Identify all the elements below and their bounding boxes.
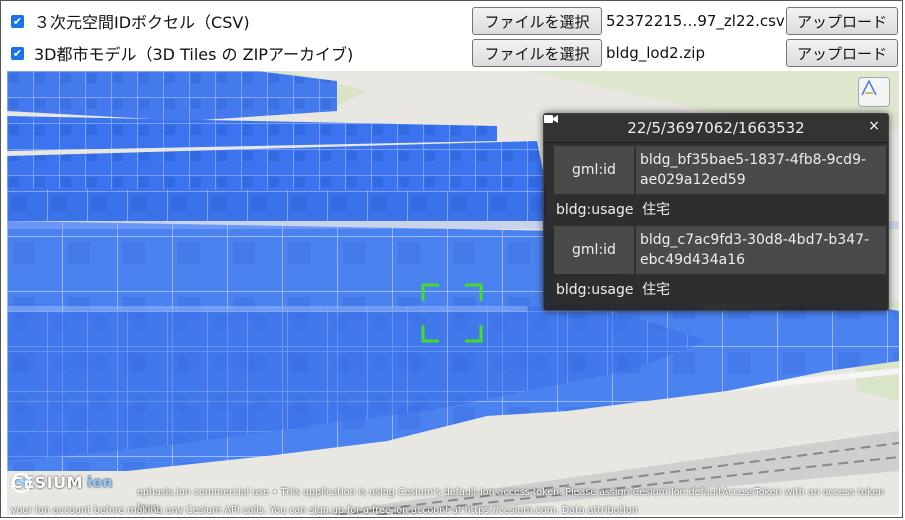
info-box-title-bar: 22/5/3697062/1663532 × xyxy=(544,114,888,143)
city-model-checkbox[interactable]: ✔ xyxy=(11,46,24,60)
info-box-table: gml:id bldg_bf35bae5-1837-4fb8-9cd9-ae02… xyxy=(554,146,886,306)
voxel-csv-upload-button[interactable]: アップロード xyxy=(786,7,898,35)
property-key: gml:id xyxy=(554,226,634,274)
table-row: bldg:usage 住宅 xyxy=(554,196,886,224)
city-model-upload-button[interactable]: アップロード xyxy=(786,39,898,67)
camera-icon[interactable] xyxy=(544,114,558,124)
cesium-logo-icon xyxy=(11,473,31,493)
voxel-csv-file-button[interactable]: ファイルを選択 xyxy=(472,7,602,35)
city-model-row: ✔ 3D都市モデル（3D Tiles の ZIPアーカイブ) ファイルを選択 b… xyxy=(7,38,898,68)
city-model-label: 3D都市モデル（3D Tiles の ZIPアーカイブ) xyxy=(34,45,354,64)
city-model-file-button[interactable]: ファイルを選択 xyxy=(472,39,602,67)
info-box: 22/5/3697062/1663532 × gml:id bldg_bf35b… xyxy=(543,113,889,311)
app-frame: ✔ ３次元空間IDボクセル（CSV) ファイルを選択 52372215…97_z… xyxy=(0,0,903,518)
table-row: gml:id bldg_bf35bae5-1837-4fb8-9cd9-ae02… xyxy=(554,146,886,194)
info-box-title: 22/5/3697062/1663532 xyxy=(627,119,805,137)
property-value: bldg_bf35bae5-1837-4fb8-9cd9-ae029a12ed5… xyxy=(636,146,886,194)
table-row: bldg:usage 住宅 xyxy=(554,276,886,304)
table-row: gml:id bldg_c7ac9fd3-30d8-4bd7-b347-ebc4… xyxy=(554,226,886,274)
property-value: bldg_c7ac9fd3-30d8-4bd7-b347-ebc49d434a1… xyxy=(636,226,886,274)
property-value: 住宅 xyxy=(638,196,886,224)
property-key: bldg:usage xyxy=(554,196,636,224)
cesium-ion-logo[interactable]: CESIUM ion xyxy=(11,473,113,493)
cesium-logo-suffix: ion xyxy=(87,474,113,491)
close-icon[interactable]: × xyxy=(868,118,880,134)
voxel-csv-label: ３次元空間IDボクセル（CSV) xyxy=(34,13,250,32)
property-key: bldg:usage xyxy=(554,276,636,304)
city-model-file-name: bldg_lod2.zip xyxy=(606,44,705,62)
credit-text-line2[interactable]: your ion account before making any Cesiu… xyxy=(11,505,891,515)
property-key: gml:id xyxy=(554,146,634,194)
property-value: 住宅 xyxy=(638,276,886,304)
voxel-csv-file-name: 52372215…97_zl22.csv xyxy=(606,12,785,30)
voxel-csv-checkbox[interactable]: ✔ xyxy=(11,14,24,28)
home-icon xyxy=(861,79,877,96)
cesium-viewer[interactable]: 22/5/3697062/1663532 × gml:id bldg_bf35b… xyxy=(7,71,899,515)
home-view-button[interactable] xyxy=(858,77,890,107)
voxel-csv-row: ✔ ３次元空間IDボクセル（CSV) ファイルを選択 52372215…97_z… xyxy=(7,6,898,36)
